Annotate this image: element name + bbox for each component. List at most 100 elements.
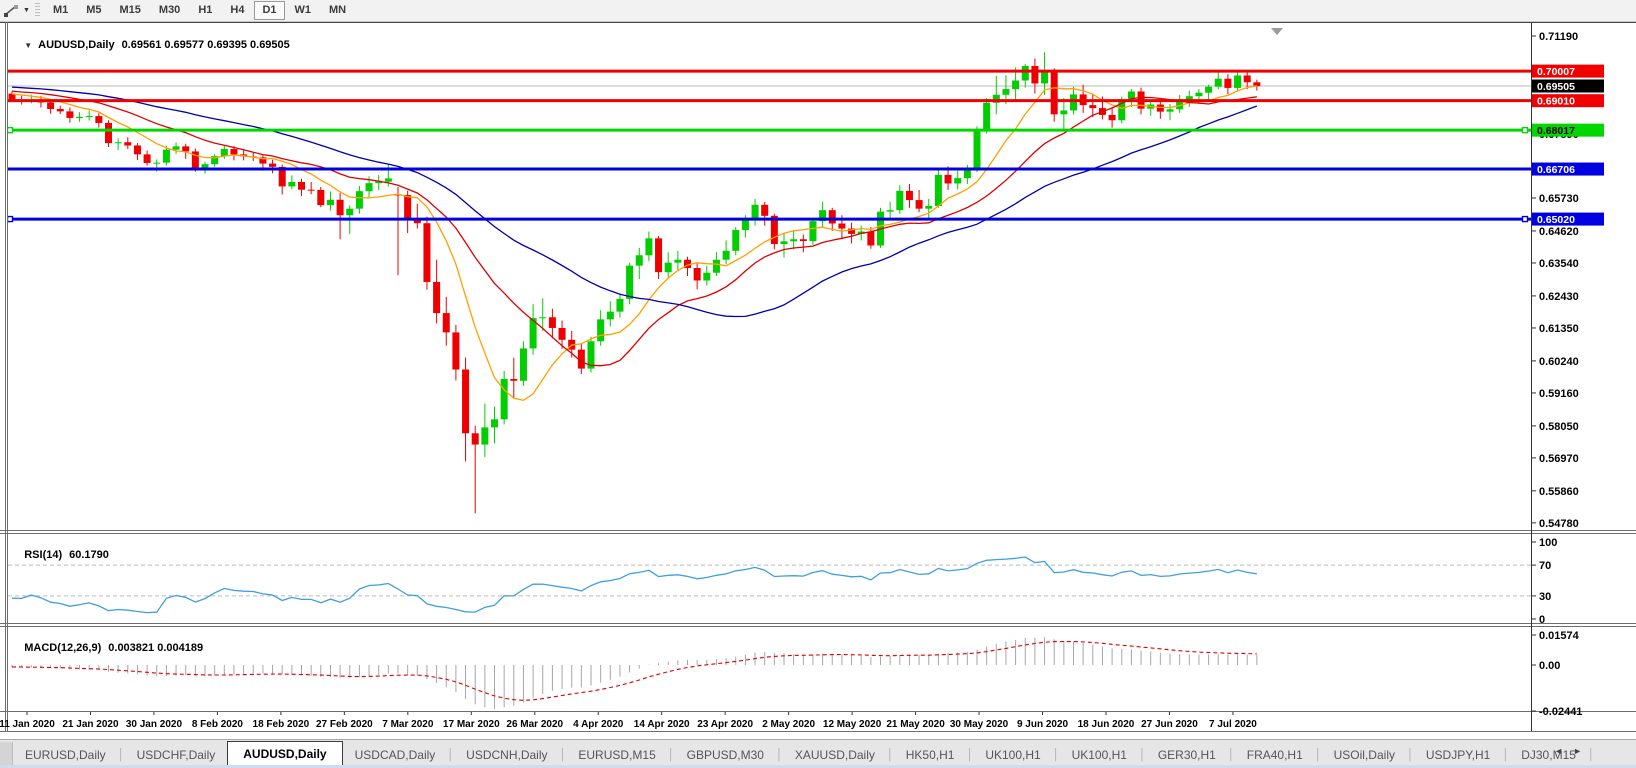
svg-text:30 Jan 2020: 30 Jan 2020 [126, 719, 183, 730]
horizontal-line-0.65020[interactable] [8, 217, 1532, 222]
ma-mid-line [12, 91, 1257, 366]
current-price-line [8, 52, 1532, 513]
chart-tab-eurusd-daily[interactable]: EURUSD,Daily [13, 744, 118, 766]
trendline-tool-icon [3, 4, 19, 18]
chart-canvas[interactable]: 0.711900.700800.689700.678900.668100.657… [0, 0, 1636, 768]
tab-separator: │ [887, 744, 894, 766]
price-tag-0.70007: 0.70007 [1532, 65, 1604, 79]
symbol-period-label: AUDUSD,Daily [38, 39, 114, 51]
chart-tab-usdcnh-daily[interactable]: USDCNH,Daily [454, 744, 559, 766]
tabbar-edge [0, 742, 13, 766]
chart-tab-usdchf-daily[interactable]: USDCHF,Daily [125, 744, 228, 766]
svg-text:7 Jul 2020: 7 Jul 2020 [1209, 719, 1257, 730]
scroll-left-icon[interactable]: ◄ [1554, 746, 1573, 756]
svg-text:0.63540: 0.63540 [1539, 258, 1579, 270]
svg-text:0.65020: 0.65020 [1537, 214, 1575, 226]
chart-tab-usdjpy-h1[interactable]: USDJPY,H1 [1414, 744, 1502, 766]
rsi-value: 60.1790 [69, 549, 109, 561]
tab-separator: │ [1228, 744, 1235, 766]
timeframe-toolbar: ▼ M1M5M15M30H1H4D1W1MN [0, 0, 1636, 22]
tab-separator: │ [560, 744, 567, 766]
svg-text:0.54780: 0.54780 [1539, 518, 1579, 530]
chart-tab-hk50-h1[interactable]: HK50,H1 [894, 744, 967, 766]
svg-text:0.66810: 0.66810 [1539, 161, 1579, 173]
macd-name: MACD(12,26,9) [24, 642, 101, 654]
svg-text:7 Mar 2020: 7 Mar 2020 [382, 719, 434, 730]
svg-text:23 Apr 2020: 23 Apr 2020 [697, 719, 753, 730]
scroll-right-icon[interactable]: ► [1573, 746, 1592, 756]
mt4-window: ▼ M1M5M15M30H1H4D1W1MN ▼ AUDUSD,Daily 0.69… [0, 0, 1636, 768]
svg-text:21 Jan 2020: 21 Jan 2020 [62, 719, 119, 730]
chart-tab-gbpusd-m30[interactable]: GBPUSD,M30 [675, 744, 776, 766]
svg-text:26 Mar 2020: 26 Mar 2020 [506, 719, 563, 730]
svg-text:0.56970: 0.56970 [1539, 453, 1579, 465]
chart-tab-audusd-daily[interactable]: AUDUSD,Daily [227, 741, 342, 766]
timeframe-button-m1[interactable]: M1 [45, 1, 76, 20]
svg-text:0.58050: 0.58050 [1539, 421, 1579, 433]
tab-separator: │ [1502, 744, 1509, 766]
svg-text:0.00: 0.00 [1539, 660, 1560, 672]
price-tag-0.68017: 0.68017 [1532, 124, 1604, 138]
chart-tab-uk100-h1[interactable]: UK100,H1 [973, 744, 1052, 766]
svg-text:70: 70 [1539, 560, 1551, 572]
svg-text:100: 100 [1539, 537, 1557, 549]
timeframe-button-m15[interactable]: M15 [112, 1, 149, 20]
timeframe-button-h4[interactable]: H4 [222, 1, 252, 20]
tab-separator: │ [966, 744, 973, 766]
svg-text:4 Apr 2020: 4 Apr 2020 [573, 719, 624, 730]
svg-text:0.68970: 0.68970 [1539, 97, 1579, 109]
svg-text:0.60240: 0.60240 [1539, 356, 1579, 368]
timeframe-button-m5[interactable]: M5 [78, 1, 109, 20]
svg-text:14 Apr 2020: 14 Apr 2020 [634, 719, 690, 730]
horizontal-line-0.68017[interactable] [8, 128, 1532, 133]
macd-values: 0.003821 0.004189 [108, 642, 203, 654]
timeframe-button-w1[interactable]: W1 [287, 1, 320, 20]
svg-text:0.65730: 0.65730 [1539, 193, 1579, 205]
chart-tab-fra40-h1[interactable]: FRA40,H1 [1235, 744, 1315, 766]
chevron-down-icon[interactable]: ▼ [23, 7, 30, 14]
price-axis[interactable]: 0.711900.700800.689700.678900.668100.657… [1532, 31, 1604, 718]
timeframe-buttons: M1M5M15M30H1H4D1W1MN [44, 1, 355, 20]
ma-fast-line [12, 86, 1257, 401]
chart-tab-usoil-daily[interactable]: USOil,Daily [1322, 744, 1407, 766]
svg-text:0.55860: 0.55860 [1539, 486, 1579, 498]
tab-separator: │ [1315, 744, 1322, 766]
chart-svg: 0.711900.700800.689700.678900.668100.657… [0, 0, 1636, 768]
timeframe-button-m30[interactable]: M30 [151, 1, 188, 20]
chart-tab-xauusd-daily[interactable]: XAUUSD,Daily [783, 744, 887, 766]
svg-text:18 Feb 2020: 18 Feb 2020 [253, 719, 310, 730]
chevron-down-icon[interactable]: ▼ [24, 41, 32, 50]
timeframe-button-h1[interactable]: H1 [190, 1, 220, 20]
svg-text:0.59160: 0.59160 [1539, 388, 1579, 400]
price-tag-0.66706: 0.66706 [1532, 163, 1604, 177]
svg-text:8 Feb 2020: 8 Feb 2020 [192, 719, 244, 730]
svg-text:0.66706: 0.66706 [1537, 164, 1575, 176]
tab-separator: │ [1407, 744, 1414, 766]
timeframe-button-mn[interactable]: MN [321, 1, 354, 20]
svg-text:11 Jan 2020: 11 Jan 2020 [0, 719, 55, 730]
timeframe-button-d1[interactable]: D1 [254, 1, 284, 20]
rsi-name: RSI(14) [24, 549, 62, 561]
svg-text:17 Mar 2020: 17 Mar 2020 [443, 719, 500, 730]
svg-text:0.68017: 0.68017 [1537, 125, 1575, 137]
price-tag-0.69010: 0.69010 [1532, 94, 1604, 108]
chart-tab-eurusd-m15[interactable]: EURUSD,M15 [566, 744, 667, 766]
svg-text:30: 30 [1539, 591, 1551, 603]
price-tag-0.65020: 0.65020 [1532, 213, 1604, 227]
date-axis[interactable]: 11 Jan 2020 21 Jan 2020 30 Jan 2020 8 Feb 2… [0, 712, 1257, 730]
chart-tab-usdcad-daily[interactable]: USDCAD,Daily [343, 744, 448, 766]
svg-text:0.01574: 0.01574 [1539, 630, 1580, 642]
tab-separator: │ [1139, 744, 1146, 766]
line-studies-button[interactable]: ▼ [0, 4, 33, 18]
svg-text:0.62430: 0.62430 [1539, 291, 1579, 303]
chart-tab-uk100-h1[interactable]: UK100,H1 [1060, 744, 1139, 766]
svg-text:0.70007: 0.70007 [1537, 66, 1575, 78]
rsi-indicator-label: RSI(14) 60.1790 [12, 537, 109, 573]
chart-shift-marker[interactable] [1271, 28, 1283, 35]
svg-text:0.70080: 0.70080 [1539, 64, 1579, 76]
tab-scroll-arrows: ◄► [1554, 746, 1592, 756]
chart-tab-bar: EURUSD,Daily│USDCHF,DailyAUDUSD,DailyUSD… [0, 739, 1636, 766]
svg-text:0.67890: 0.67890 [1539, 129, 1579, 141]
chart-title: ▼AUDUSD,Daily0.69561 0.69577 0.69395 0.6… [12, 27, 290, 63]
chart-tab-ger30-h1[interactable]: GER30,H1 [1146, 744, 1228, 766]
